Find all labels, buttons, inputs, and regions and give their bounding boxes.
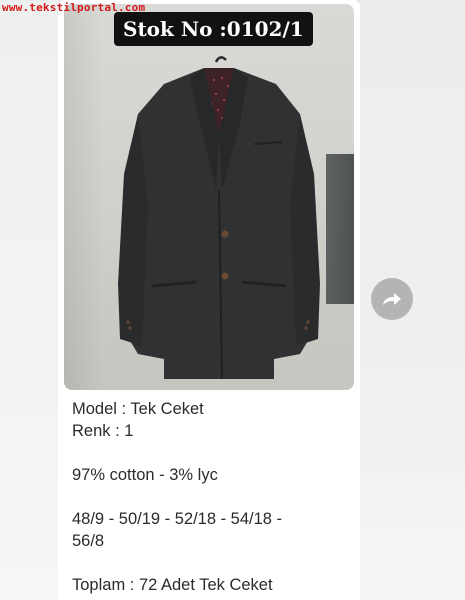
caption-line: Model : Tek Ceket <box>72 400 204 418</box>
forward-arrow-icon <box>383 293 401 305</box>
photo-shadow <box>64 4 104 390</box>
message-bubble[interactable]: Stok No :0102/1 Model : Tek Ceket Renk : … <box>58 0 360 600</box>
jacket-image <box>118 56 320 380</box>
caption-gap <box>72 486 352 508</box>
caption-line: 48/9 - 50/19 - 52/18 - 54/18 - <box>72 510 283 528</box>
product-photo[interactable]: Stok No :0102/1 <box>64 4 354 390</box>
stock-number-label: Stok No :0102/1 <box>114 12 313 46</box>
caption-line: Toplam : 72 Adet Tek Ceket <box>72 576 273 594</box>
caption-line: 97% cotton - 3% lyc <box>72 466 218 484</box>
watermark: www.tekstilportal.com <box>2 1 146 14</box>
forward-button[interactable] <box>371 278 413 320</box>
caption-gap <box>72 552 352 574</box>
caption-gap <box>72 442 352 464</box>
message-caption: Model : Tek Ceket Renk : 1 97% cotton - 3%… <box>72 398 352 596</box>
caption-line: 56/8 <box>72 532 105 550</box>
chat-background-left <box>0 0 58 600</box>
caption-line: Renk : 1 <box>72 422 134 440</box>
